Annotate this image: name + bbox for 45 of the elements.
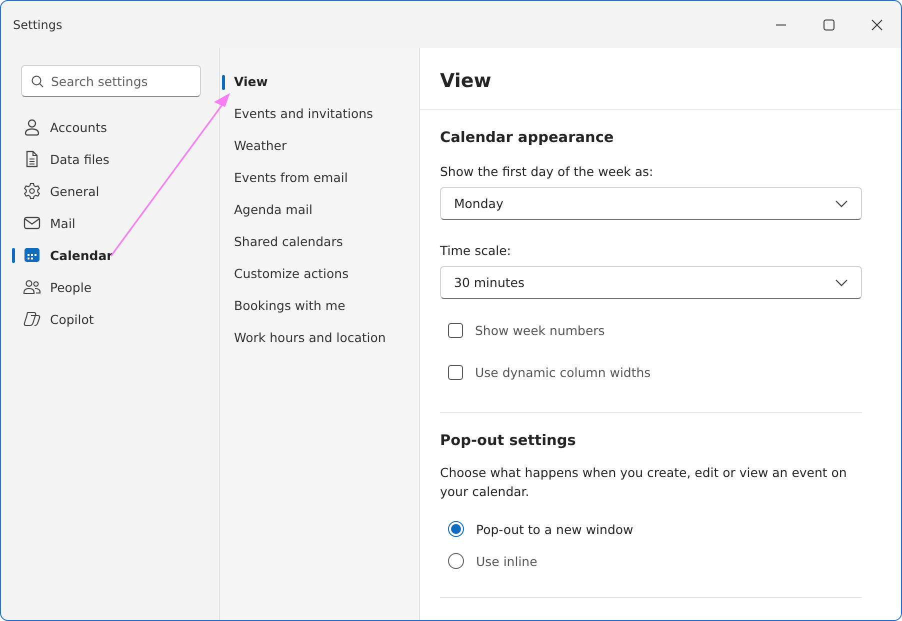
- copilot-icon: [23, 310, 41, 328]
- checkbox[interactable]: [448, 364, 463, 380]
- settings-icon: [23, 182, 41, 200]
- radio-button[interactable]: [448, 553, 464, 569]
- checkbox-label: Use dynamic column widths: [475, 364, 651, 380]
- section-heading: Calendar appearance: [440, 130, 615, 148]
- chevron-down-icon: [835, 200, 848, 208]
- people-icon: [23, 278, 41, 296]
- radio-button[interactable]: [448, 521, 464, 537]
- subcategory-item[interactable]: Events and invitations: [220, 98, 419, 130]
- subcategory-item[interactable]: Shared calendars: [220, 226, 419, 258]
- category-item[interactable]: Copilot: [1, 303, 219, 335]
- checkbox[interactable]: [448, 322, 463, 338]
- dropdown[interactable]: 30 minutes: [440, 266, 862, 299]
- window-title: Settings: [13, 18, 62, 32]
- section-heading: Pop-out settings: [440, 433, 577, 451]
- subcategory-item[interactable]: Agenda mail: [220, 194, 419, 226]
- subcategory-item[interactable]: View: [220, 66, 419, 98]
- search-icon: [31, 75, 44, 88]
- subcategory-item[interactable]: Bookings with me: [220, 290, 419, 322]
- chevron-down-icon: [835, 278, 848, 286]
- close-icon: [871, 18, 883, 30]
- subcategory-item[interactable]: Work hours and location: [220, 322, 419, 354]
- subcategory-item[interactable]: Events from email: [220, 162, 419, 194]
- field-label: Show the first day of the week as:: [440, 164, 654, 181]
- subcategory-item[interactable]: Weather: [220, 130, 419, 162]
- calendar-icon: [23, 246, 41, 264]
- page-title: View: [420, 48, 901, 110]
- search-field[interactable]: Search settings: [21, 65, 201, 97]
- category-item[interactable]: People: [1, 271, 219, 303]
- radio-label: Use inline: [476, 554, 538, 568]
- subcategory-item[interactable]: Customize actions: [220, 258, 419, 290]
- dropdown[interactable]: Monday: [440, 187, 862, 220]
- category-item[interactable]: Data files: [1, 143, 219, 175]
- checkbox-label: Show week numbers: [475, 322, 605, 338]
- radio-label: Pop-out to a new window: [476, 522, 634, 536]
- category-item[interactable]: Mail: [1, 207, 219, 239]
- category-item[interactable]: General: [1, 175, 219, 207]
- category-item[interactable]: Accounts: [1, 111, 219, 143]
- section-description: Choose what happens when you create, edit or view an event on your calendar.: [440, 464, 848, 501]
- category-item[interactable]: Calendar: [1, 239, 219, 271]
- person-icon: [23, 118, 41, 136]
- maximize-icon: [823, 18, 835, 30]
- mail-icon: [23, 214, 41, 232]
- field-label: Time scale:: [440, 243, 512, 260]
